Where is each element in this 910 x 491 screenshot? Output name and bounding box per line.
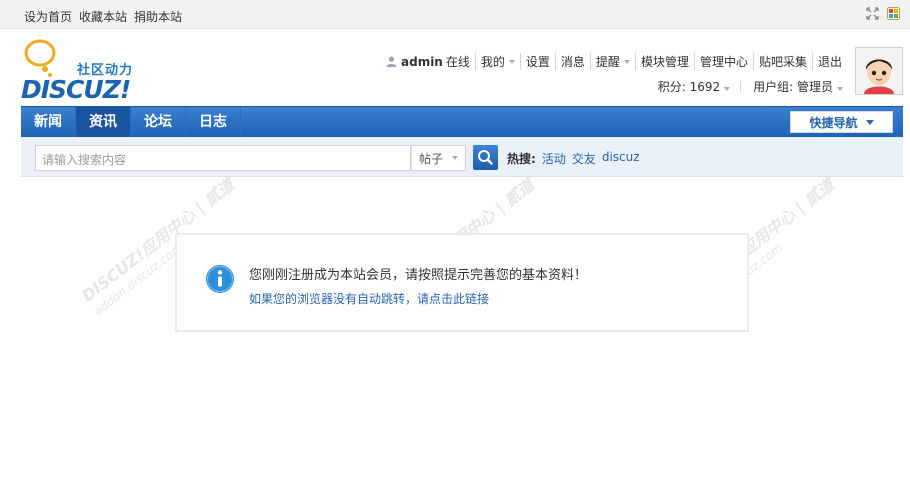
chevron-down-icon [865,119,874,125]
donate-link[interactable]: 捐助本站 [134,8,182,25]
menu-settings-label: 设置 [525,55,550,69]
chevron-down-icon [623,59,630,64]
quick-nav-label: 快捷导航 [809,115,858,130]
menu-tieba-collect[interactable]: 贴吧采集 [752,53,812,70]
cartoon-avatar-icon [856,48,902,94]
tab-forum[interactable]: 论坛 [131,107,186,137]
chevron-down-icon [837,87,843,91]
tab-news[interactable]: 新闻 [21,107,76,137]
message-text: 您刚刚注册成为本站会员，请按照提示完善您的基本资料！ [249,268,588,283]
menu-admin-center-label: 管理中心 [699,55,748,69]
top-icons [866,7,900,20]
user-icon [386,56,397,67]
online-status: 在线 [445,55,470,69]
chevron-down-icon [508,59,515,64]
user-name-item[interactable]: admin 在线 [381,53,475,70]
search-input[interactable]: 请输入搜索内容 [35,145,411,171]
colorful-app-icon[interactable] [887,7,900,20]
chevron-down-icon [452,156,458,160]
hot-search-label: 热搜: [507,152,536,166]
user-info: 积分: 1692 用户组: 管理员 [658,78,843,95]
menu-module-manage-label: 模块管理 [640,55,689,69]
search-icon [478,150,493,165]
nav-tabs: 新闻 资讯 论坛 日志 [21,107,903,137]
search-button[interactable] [473,145,498,170]
quick-nav-button[interactable]: 快捷导航 [790,111,893,133]
bookmark-site-link[interactable]: 收藏本站 [79,8,127,25]
menu-logout-label: 退出 [817,55,842,69]
menu-messages-label: 消息 [560,55,585,69]
search-type-label: 帖子 [419,151,444,166]
divider [740,81,742,92]
menu-tieba-collect-label: 贴吧采集 [758,55,807,69]
tab-info[interactable]: 资讯 [76,107,131,137]
search-type-select[interactable]: 帖子 [411,145,466,171]
fullscreen-icon[interactable] [866,7,879,20]
menu-my-label: 我的 [480,55,505,69]
credits-dropdown[interactable]: 积分: 1692 [657,78,731,95]
menu-admin-center[interactable]: 管理中心 [693,53,753,70]
info-icon [206,265,234,293]
top-bar: 设为首页 收藏本站 捐助本站 [0,0,910,29]
username[interactable]: admin [401,55,443,69]
speech-bubble-icon [24,39,56,77]
hot-link-discuz[interactable]: discuz [602,150,640,167]
set-homepage-link[interactable]: 设为首页 [24,8,72,25]
redirect-link[interactable]: 如果您的浏览器没有自动跳转，请点击此链接 [249,290,489,307]
user-nav: admin 在线 我的 设置 消息 提醒 模块管理 管理中心 贴吧采集 退出 [381,53,847,70]
site-header: 社区动力 DISCUZ! admin 在线 我的 设置 消息 提醒 模块管理 管… [21,29,903,106]
hot-link-activity[interactable]: 活动 [542,150,566,167]
search-bar: 请输入搜索内容 帖子 热搜: 活动 交友 discuz [21,137,903,177]
usergroup-dropdown[interactable]: 用户组: 管理员 [753,78,843,95]
discuz-logo[interactable]: 社区动力 DISCUZ! [21,39,151,104]
menu-notifications[interactable]: 提醒 [589,53,635,70]
main-nav: 新闻 资讯 论坛 日志 快捷导航 [21,106,903,137]
menu-messages[interactable]: 消息 [554,53,590,70]
menu-notifications-label: 提醒 [595,55,620,69]
hot-link-friends[interactable]: 交友 [572,150,596,167]
credits-label: 积分: 1692 [657,80,721,94]
logo-wordmark: DISCUZ! [21,75,131,104]
menu-my[interactable]: 我的 [474,53,520,70]
message-box: 您刚刚注册成为本站会员，请按照提示完善您的基本资料！ 如果您的浏览器没有自动跳转… [175,233,749,332]
tab-blog[interactable]: 日志 [186,107,241,137]
menu-settings[interactable]: 设置 [519,53,555,70]
hot-search: 热搜: 活动 交友 discuz [507,150,640,167]
menu-module-manage[interactable]: 模块管理 [634,53,694,70]
usergroup-label: 用户组: 管理员 [753,80,833,94]
chevron-down-icon [724,87,731,91]
avatar[interactable] [855,47,903,95]
top-links: 设为首页 收藏本站 捐助本站 [24,8,182,25]
menu-logout[interactable]: 退出 [811,53,847,70]
